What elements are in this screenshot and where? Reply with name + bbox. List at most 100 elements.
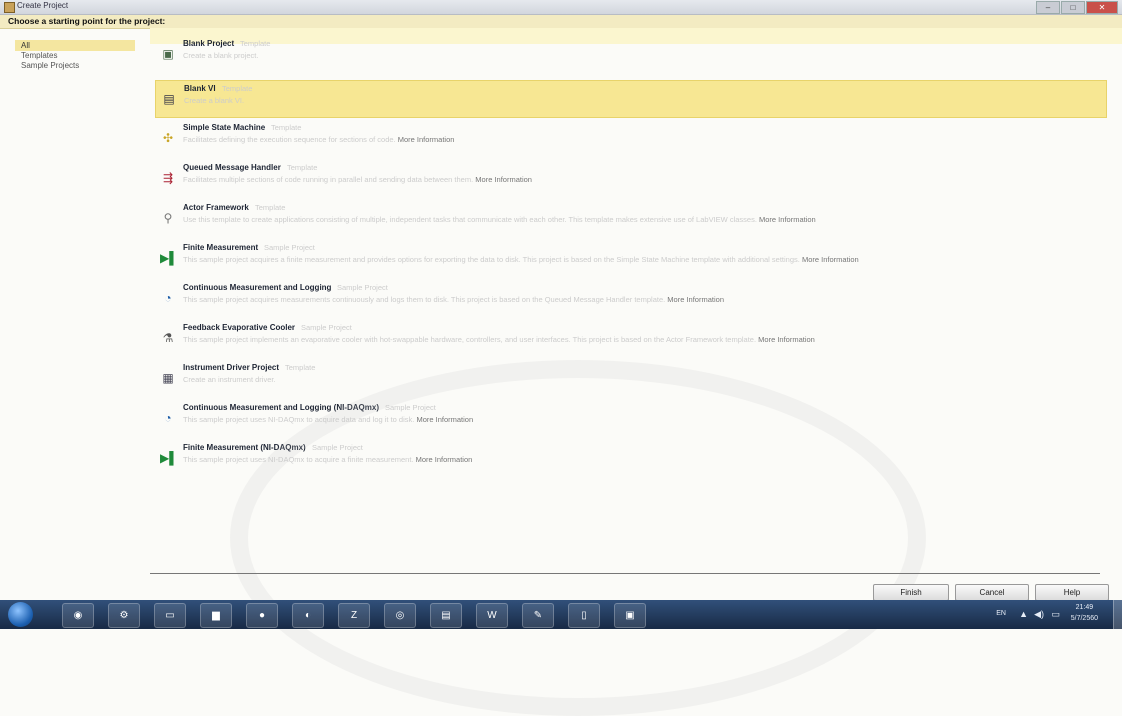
language-indicator[interactable]: EN: [996, 610, 1006, 617]
line-chat-icon: ●: [258, 610, 266, 621]
taskbar-app[interactable]: ▆: [200, 603, 232, 628]
more-information-link[interactable]: More Information: [758, 335, 815, 344]
project-item-type: Template: [222, 84, 253, 93]
prompt-header: Choose a starting point for the project:: [0, 15, 1122, 29]
project-item-description: Create a blank VI.: [184, 96, 244, 105]
more-information-link[interactable]: More Information: [667, 295, 724, 304]
volume-icon[interactable]: ◀): [1034, 609, 1044, 620]
maximize-button[interactable]: □: [1061, 1, 1085, 14]
project-item-description-text: Use this template to create applications…: [183, 215, 757, 224]
more-information-link[interactable]: More Information: [802, 255, 859, 264]
project-item-description-text: This sample project uses NI-DAQmx to acq…: [183, 455, 414, 464]
title-bar: Create Project – □ ✕: [0, 0, 1122, 15]
more-information-link[interactable]: More Information: [398, 135, 455, 144]
project-item-description-text: This sample project acquires a finite me…: [183, 255, 800, 264]
window-title: Create Project: [17, 1, 69, 10]
taskbar-app[interactable]: ▯: [568, 603, 600, 628]
state-machine-icon: ✣: [162, 131, 174, 145]
project-item-type: Template: [285, 363, 316, 372]
project-item-description-text: This sample project uses NI-DAQmx to acq…: [183, 415, 415, 424]
project-item-description: This sample project uses NI-DAQmx to acq…: [183, 455, 472, 464]
project-item[interactable]: ▶▌ Finite Measurement Sample Project This s…: [155, 240, 1105, 276]
finite-measurement-icon: ▶▌: [160, 251, 178, 265]
taskbar-app[interactable]: Z: [338, 603, 370, 628]
cancel-button[interactable]: Cancel: [955, 584, 1029, 601]
project-item-name: Instrument Driver Project: [183, 363, 280, 372]
evaporative-cooler-icon: ⚗: [162, 331, 174, 345]
help-button[interactable]: Help: [1035, 584, 1109, 601]
project-item-type: Template: [287, 163, 318, 172]
project-item-description-text: Facilitates defining the execution seque…: [183, 135, 396, 144]
project-item[interactable]: ◔ Continuous Measurement and Logging (NI-…: [155, 400, 1105, 436]
more-information-link[interactable]: More Information: [416, 415, 473, 424]
project-item-name: Actor Framework: [183, 203, 249, 212]
prompt-text: Choose a starting point for the project:: [8, 16, 166, 26]
project-item-name: Feedback Evaporative Cooler: [183, 323, 296, 332]
project-item-name: Simple State Machine: [183, 123, 266, 132]
project-item[interactable]: ⇶ Queued Message Handler Template Facilitat…: [155, 160, 1105, 196]
taskbar-app[interactable]: ✎: [522, 603, 554, 628]
taskbar-app[interactable]: W: [476, 603, 508, 628]
project-item-name: Blank Project: [183, 39, 235, 48]
notepad-icon: ▤: [441, 610, 451, 621]
project-item[interactable]: ▦ Instrument Driver Project Template Create…: [155, 360, 1105, 396]
chrome-icon: ◎: [395, 610, 405, 621]
steam-icon: ◉: [73, 610, 83, 621]
continuous-measurement-icon: ◔: [164, 291, 172, 305]
window-controls: – □ ✕: [1036, 1, 1118, 14]
taskbar-app[interactable]: ◐: [292, 603, 324, 628]
project-item-description-text: Create a blank VI.: [184, 96, 245, 105]
taskbar-app[interactable]: ▣: [614, 603, 646, 628]
project-item[interactable]: ⚗ Feedback Evaporative Cooler Sample Proje…: [155, 320, 1105, 356]
project-item[interactable]: ▣ Blank Project Template Create a blank pro…: [155, 36, 1105, 72]
paint-icon: ✎: [533, 610, 543, 621]
project-item-description-text: This sample project implements an evapor…: [183, 335, 757, 344]
more-information-link[interactable]: More Information: [475, 175, 532, 184]
project-item[interactable]: ✣ Simple State Machine Template Facilitates…: [155, 120, 1105, 156]
project-item-name: Finite Measurement (NI-DAQmx): [183, 443, 306, 452]
project-item-description-text: Create an instrument driver.: [183, 375, 276, 384]
more-information-link[interactable]: More Information: [416, 455, 473, 464]
window-icon: ▭: [165, 610, 175, 621]
project-item-description: This sample project implements an evapor…: [183, 335, 815, 344]
system-tray: EN ▲ ◀) ▭ 21:49 5/7/2560: [916, 600, 1116, 629]
network-icon[interactable]: ▭: [1051, 609, 1060, 620]
show-desktop-button[interactable]: [1113, 600, 1122, 629]
clock[interactable]: 21:49 5/7/2560: [1071, 602, 1098, 624]
actor-framework-icon: ⚲: [163, 211, 173, 225]
instrument-driver-icon: ▦: [162, 371, 174, 385]
project-item-name: Finite Measurement: [183, 243, 259, 252]
show-hidden-icons-icon[interactable]: ▲: [1019, 609, 1028, 619]
project-item[interactable]: ▤ Blank VI Template Create a blank VI.: [155, 80, 1107, 118]
start-button[interactable]: [8, 602, 33, 627]
project-item-description-text: This sample project acquires measurement…: [183, 295, 666, 304]
clock-time: 21:49: [1075, 604, 1094, 611]
word-icon: W: [487, 610, 497, 621]
taskbar-app[interactable]: ◉: [62, 603, 94, 628]
app-icon: [4, 2, 15, 13]
project-item-type: Sample Project: [312, 443, 363, 452]
media-icon: ◐: [304, 610, 312, 621]
project-item-description-text: Facilitates multiple sections of code ru…: [183, 175, 474, 184]
finish-button[interactable]: Finish: [873, 584, 949, 601]
labview-icon: ▣: [625, 610, 635, 621]
project-item-type: Sample Project: [264, 243, 315, 252]
project-item[interactable]: ◔ Continuous Measurement and Logging Sampl…: [155, 280, 1105, 316]
taskbar-app[interactable]: ⚙: [108, 603, 140, 628]
project-item-type: Template: [271, 123, 302, 132]
project-item[interactable]: ▶▌ Finite Measurement (NI-DAQmx) Sample Pr…: [155, 440, 1105, 476]
taskbar-app[interactable]: ◎: [384, 603, 416, 628]
project-item-description: Create an instrument driver.: [183, 375, 276, 384]
project-item-description-text: Create a blank project.: [183, 51, 259, 60]
category-sample-projects[interactable]: Sample Projects: [15, 60, 85, 71]
project-item[interactable]: ⚲ Actor Framework Template Use this templat…: [155, 200, 1105, 236]
taskbar-app[interactable]: ●: [246, 603, 278, 628]
daqmx-finite-icon: ▶▌: [160, 451, 178, 465]
document-icon: ▯: [581, 610, 587, 621]
more-information-link[interactable]: More Information: [759, 215, 816, 224]
minimize-button[interactable]: –: [1036, 1, 1060, 14]
close-button[interactable]: ✕: [1086, 1, 1118, 14]
taskbar-app[interactable]: ▤: [430, 603, 462, 628]
taskbar-app[interactable]: ▭: [154, 603, 186, 628]
daqmx-continuous-icon: ◔: [164, 411, 172, 425]
